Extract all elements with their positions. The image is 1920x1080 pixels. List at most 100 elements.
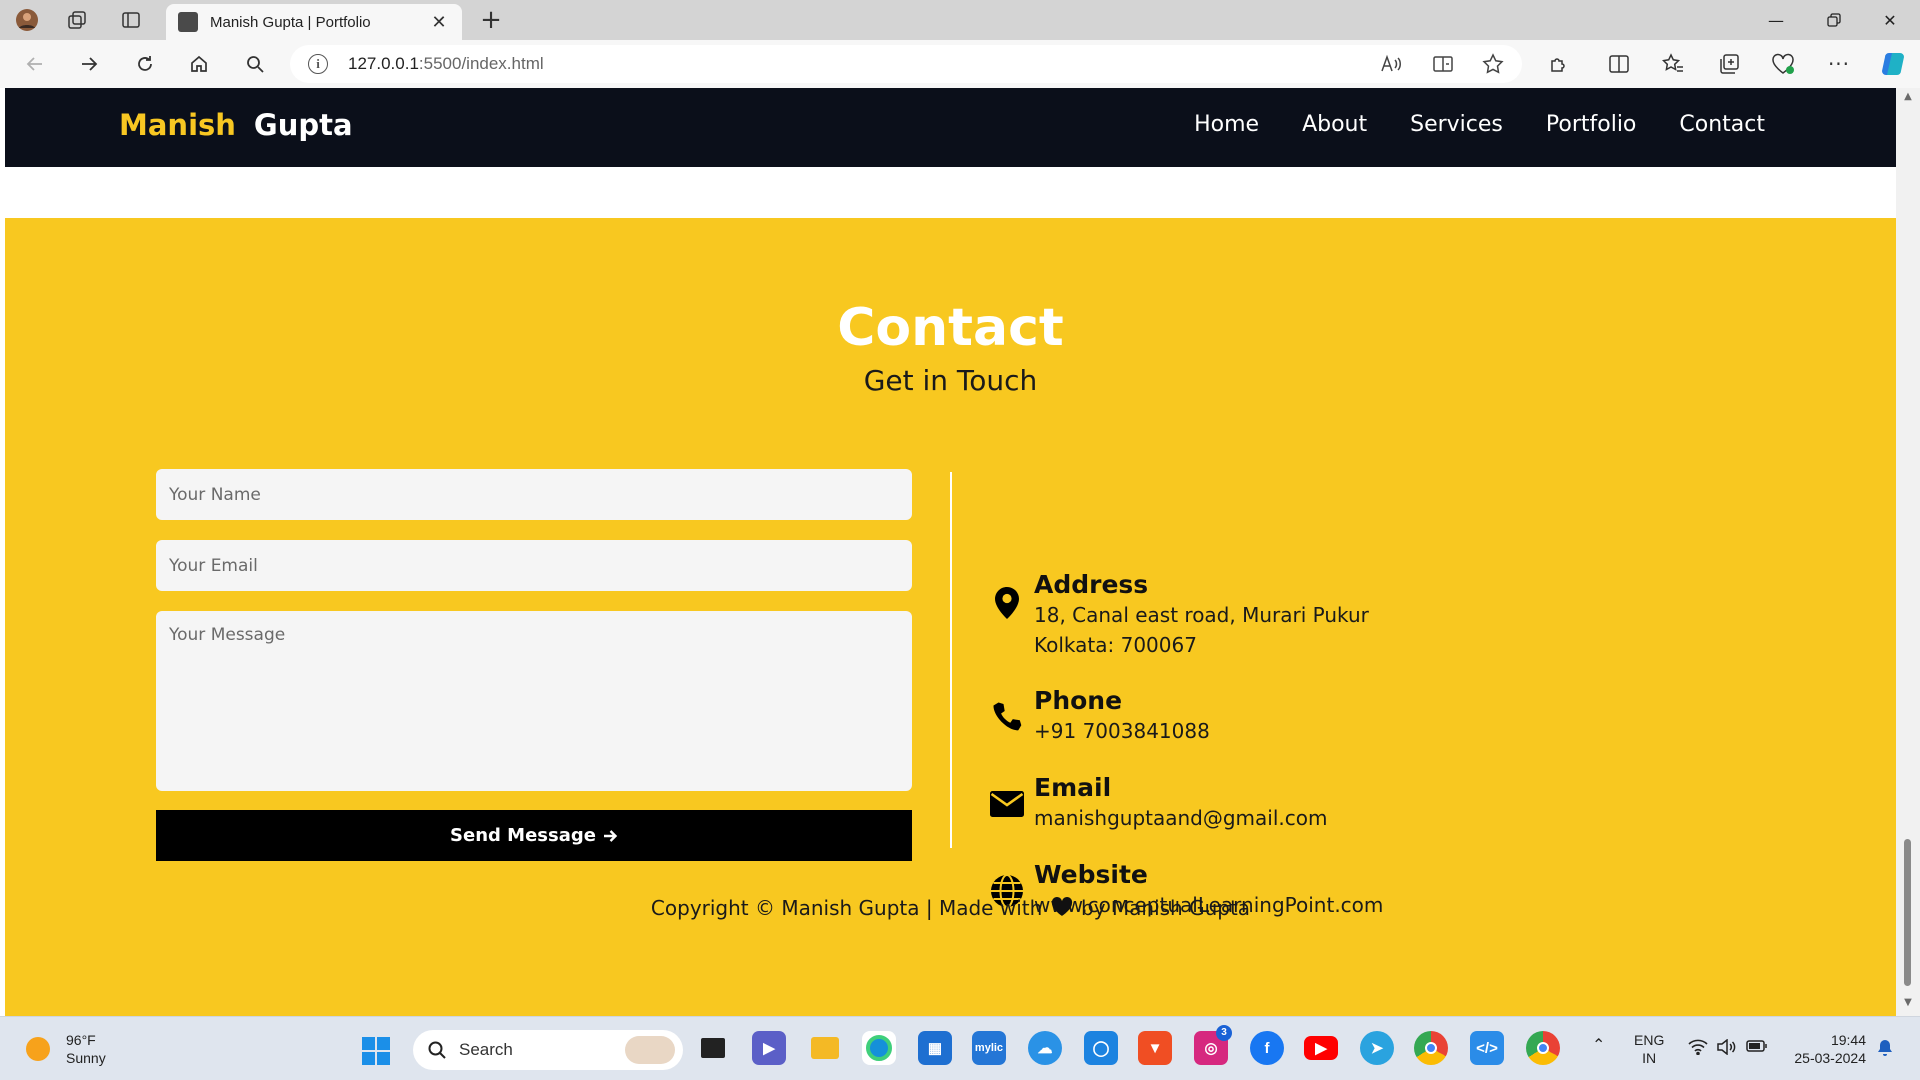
phone-icon xyxy=(988,698,1026,736)
active-tab[interactable]: Manish Gupta | Portfolio ✕ xyxy=(166,4,462,40)
chrome-icon[interactable] xyxy=(1414,1031,1448,1065)
site-logo[interactable]: Manish Gupta xyxy=(119,108,353,142)
contact-subtitle: Get in Touch xyxy=(863,364,1038,397)
clock-time: 19:44 xyxy=(1830,1032,1866,1048)
contact-section: Contact Get in Touch Send Message Addres… xyxy=(5,218,1896,1016)
refresh-icon[interactable] xyxy=(128,48,162,80)
copilot-icon[interactable] xyxy=(1876,48,1910,80)
logo-first-name: Manish xyxy=(119,108,236,142)
nav-home[interactable]: Home xyxy=(1194,112,1259,137)
tab-actions-icon[interactable] xyxy=(116,6,146,34)
language-indicator[interactable]: ENG IN xyxy=(1634,1031,1664,1067)
phone-number[interactable]: +91 7003841088 xyxy=(1034,716,1210,746)
email-address[interactable]: manishguptaand@gmail.com xyxy=(1034,803,1327,833)
send-message-label: Send Message xyxy=(450,825,596,846)
logo-last-name: Gupta xyxy=(253,108,353,142)
taskbar-search[interactable]: Search xyxy=(413,1030,683,1070)
taskbar-search-icon xyxy=(428,1041,446,1059)
tab-favicon-icon xyxy=(178,12,198,32)
nav-about[interactable]: About xyxy=(1302,112,1367,137)
page-viewport: Manish Gupta Home About Services Portfoli… xyxy=(0,88,1920,1016)
battery-icon[interactable] xyxy=(1746,1039,1768,1057)
brave-icon[interactable]: ▼ xyxy=(1138,1031,1172,1065)
new-tab-button[interactable]: + xyxy=(474,5,508,35)
message-textarea[interactable] xyxy=(156,611,912,791)
phone-title: Phone xyxy=(1034,686,1123,715)
clock[interactable]: 19:44 25-03-2024 xyxy=(1786,1031,1866,1067)
forward-icon[interactable] xyxy=(72,48,106,80)
page-scrollbar[interactable]: ▲ ▼ xyxy=(1896,88,1920,1016)
windows-taskbar: 96°F Sunny Search ▶ ▦ mylic ☁ ◯ ▼ ◎ 3 f … xyxy=(0,1016,1920,1080)
favorite-star-icon[interactable] xyxy=(1478,50,1508,78)
chrome-profile-icon[interactable] xyxy=(1526,1031,1560,1065)
teams-icon[interactable]: ▶ xyxy=(752,1031,786,1065)
wifi-icon[interactable] xyxy=(1688,1039,1708,1059)
read-aloud-icon[interactable] xyxy=(1376,50,1406,78)
start-button-icon[interactable] xyxy=(362,1037,390,1065)
copyright-text: Copyright © Manish Gupta | Made with by … xyxy=(5,896,1896,920)
file-explorer-icon[interactable] xyxy=(808,1031,842,1065)
search-icon[interactable] xyxy=(238,48,272,80)
extensions-icon[interactable] xyxy=(1542,48,1576,80)
browser-tab-bar: Manish Gupta | Portfolio ✕ + — ✕ xyxy=(0,0,1920,40)
address-title: Address xyxy=(1034,570,1149,599)
telegram-icon[interactable]: ➤ xyxy=(1360,1031,1394,1065)
nav-services[interactable]: Services xyxy=(1410,112,1503,137)
nav-portfolio[interactable]: Portfolio xyxy=(1546,112,1637,137)
contact-title: Contact xyxy=(837,298,1064,358)
url-path: :5500/index.html xyxy=(418,54,544,73)
weather-app-icon[interactable]: ☁ xyxy=(1028,1031,1062,1065)
address-line-2: Kolkata: 700067 xyxy=(1034,633,1197,657)
scrollbar-thumb[interactable] xyxy=(1904,839,1911,986)
collections-icon[interactable] xyxy=(1712,48,1746,80)
microsoft-store-icon[interactable]: ▦ xyxy=(918,1031,952,1065)
volume-icon[interactable] xyxy=(1716,1038,1736,1059)
favorites-icon[interactable] xyxy=(1656,48,1690,80)
heart-icon xyxy=(1051,897,1072,916)
profile-icon[interactable] xyxy=(12,6,42,34)
vscode-icon[interactable]: </> xyxy=(1470,1031,1504,1065)
facebook-icon[interactable]: f xyxy=(1250,1031,1284,1065)
workspaces-icon[interactable] xyxy=(62,6,92,34)
weather-widget[interactable]: 96°F Sunny xyxy=(26,1031,106,1067)
restore-icon[interactable] xyxy=(1806,0,1862,40)
site-info-icon[interactable]: i xyxy=(308,54,328,74)
cortana-icon[interactable]: ◯ xyxy=(1084,1031,1118,1065)
browser-toolbar: i 127.0.0.1:5500/index.html ··· xyxy=(0,40,1920,88)
search-highlight-icon xyxy=(625,1036,675,1064)
notification-bell-icon[interactable] xyxy=(1876,1039,1894,1061)
email-input[interactable] xyxy=(156,540,912,591)
name-input[interactable] xyxy=(156,469,912,520)
task-view-icon[interactable] xyxy=(696,1031,730,1065)
tab-close-icon[interactable]: ✕ xyxy=(428,12,450,33)
vertical-divider xyxy=(950,472,952,848)
instagram-icon[interactable]: ◎ 3 xyxy=(1194,1025,1232,1065)
youtube-icon[interactable]: ▶ xyxy=(1304,1036,1338,1060)
region-code: IN xyxy=(1642,1050,1657,1066)
scroll-up-icon[interactable]: ▲ xyxy=(1902,92,1914,102)
immersive-reader-icon[interactable] xyxy=(1428,50,1458,78)
address-bar[interactable]: i 127.0.0.1:5500/index.html xyxy=(290,45,1522,83)
back-icon[interactable] xyxy=(18,48,52,80)
website-title: Website xyxy=(1034,860,1148,889)
taskbar-search-label: Search xyxy=(459,1040,513,1059)
site-header: Manish Gupta Home About Services Portfoli… xyxy=(5,88,1896,167)
section-gap xyxy=(5,167,1896,218)
browser-essentials-icon[interactable] xyxy=(1766,48,1800,80)
send-message-button[interactable]: Send Message xyxy=(156,810,912,861)
clock-date: 25-03-2024 xyxy=(1794,1050,1866,1066)
scroll-down-icon[interactable]: ▼ xyxy=(1902,998,1914,1008)
nav-contact[interactable]: Contact xyxy=(1679,112,1765,137)
close-window-icon[interactable]: ✕ xyxy=(1862,0,1918,40)
weather-desc: Sunny xyxy=(66,1050,106,1066)
home-icon[interactable] xyxy=(182,48,216,80)
mylic-app-icon[interactable]: mylic xyxy=(972,1031,1006,1065)
envelope-icon xyxy=(988,785,1026,823)
split-screen-icon[interactable] xyxy=(1602,48,1636,80)
copyright-before: Copyright © Manish Gupta | Made with xyxy=(650,896,1043,920)
more-icon[interactable]: ··· xyxy=(1822,48,1856,80)
edge-icon[interactable] xyxy=(862,1031,896,1065)
url-host: 127.0.0.1 xyxy=(348,54,419,73)
minimize-icon[interactable]: — xyxy=(1748,0,1804,40)
show-hidden-icons[interactable]: ⌃ xyxy=(1592,1037,1605,1055)
